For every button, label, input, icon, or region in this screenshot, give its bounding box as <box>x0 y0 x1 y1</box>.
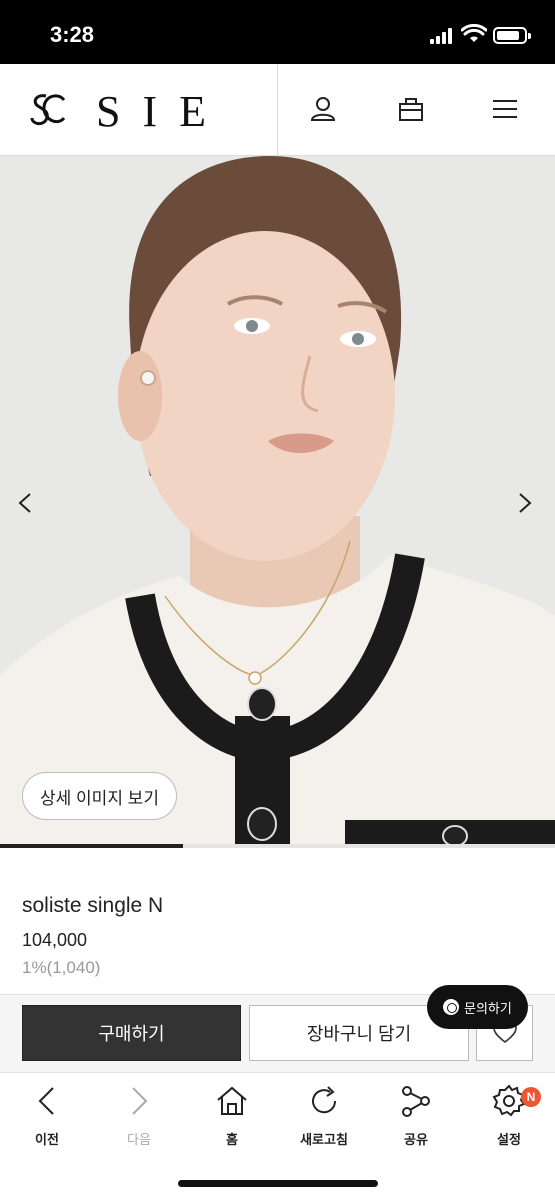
inquiry-button[interactable]: 문의하기 <box>427 985 528 1029</box>
back-icon <box>38 1087 54 1115</box>
nav-home-label: 홈 <box>226 1132 238 1147</box>
chevron-right-icon[interactable] <box>514 488 538 518</box>
carousel-progress <box>0 844 555 848</box>
nav-forward[interactable]: 다음 <box>99 1083 179 1151</box>
signal-icon <box>430 28 456 44</box>
nav-share-label: 공유 <box>404 1132 428 1147</box>
brand-name: SIE <box>96 87 228 136</box>
forward-icon <box>132 1087 148 1115</box>
menu-icon[interactable] <box>490 94 520 124</box>
battery-icon <box>493 27 531 44</box>
bag-icon[interactable] <box>396 94 426 124</box>
chevron-left-icon[interactable] <box>12 488 36 518</box>
brand-logo-icon <box>30 94 66 126</box>
nav-back-label: 이전 <box>35 1132 59 1147</box>
status-bar: 3:28 <box>0 0 555 64</box>
site-header: SIE <box>0 64 555 156</box>
inquiry-logo-icon <box>443 999 459 1015</box>
product-image-carousel[interactable] <box>0 156 555 844</box>
wifi-icon <box>461 24 487 42</box>
home-indicator <box>178 1180 378 1187</box>
product-points: 1%(1,040) <box>22 958 101 977</box>
nav-home[interactable]: 홈 <box>192 1083 272 1151</box>
home-icon <box>217 1086 247 1115</box>
nav-share[interactable]: 공유 <box>376 1083 456 1151</box>
nav-back[interactable]: 이전 <box>7 1083 87 1151</box>
product-photo <box>0 156 555 844</box>
logo-link[interactable]: SIE <box>0 64 278 156</box>
settings-badge: N <box>521 1087 541 1107</box>
view-detail-images-button[interactable]: 상세 이미지 보기 <box>22 772 177 820</box>
carousel-progress-fill <box>0 844 184 848</box>
product-price: 104,000 <box>22 930 88 950</box>
product-name: soliste single N <box>22 894 164 917</box>
nav-refresh-label: 새로고침 <box>300 1132 348 1147</box>
nav-refresh[interactable]: 새로고침 <box>284 1083 364 1151</box>
nav-settings[interactable]: N 설정 <box>469 1083 549 1151</box>
user-icon[interactable] <box>308 94 338 124</box>
status-time: 3:28 <box>50 22 95 47</box>
nav-forward-label: 다음 <box>127 1132 151 1147</box>
buy-button[interactable]: 구매하기 <box>22 1005 241 1061</box>
refresh-icon <box>312 1086 337 1114</box>
share-icon <box>402 1086 430 1117</box>
inquiry-label: 문의하기 <box>464 1000 512 1016</box>
nav-settings-label: 설정 <box>497 1132 521 1147</box>
